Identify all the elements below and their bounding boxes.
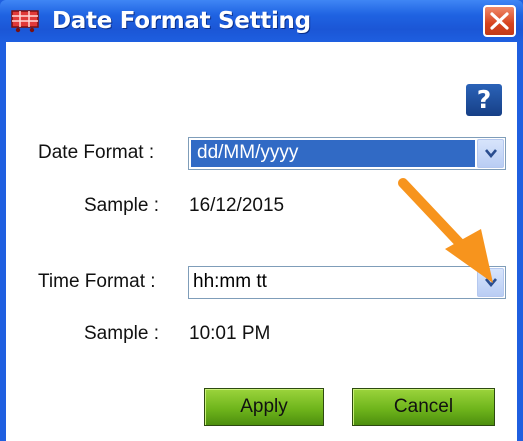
time-format-value: hh:mm tt [193,271,267,292]
date-sample-label: Sample : [84,195,159,216]
date-format-dialog: Date Format Setting ? Date Format : dd/M… [0,0,523,441]
shopping-cart-icon [11,10,39,33]
time-sample-value: 10:01 PM [189,323,271,344]
help-icon: ? [476,85,492,114]
close-icon [490,12,509,30]
date-format-dropdown-button[interactable] [477,139,504,168]
help-button[interactable]: ? [466,84,502,116]
date-format-value: dd/MM/yyyy [197,142,299,163]
date-sample-value: 16/12/2015 [189,195,285,216]
close-button[interactable] [483,5,516,37]
date-format-dropdown[interactable]: dd/MM/yyyy [188,137,506,170]
window-title: Date Format Setting [52,8,311,34]
title-bar[interactable]: Date Format Setting [0,0,523,42]
chevron-down-icon [485,149,497,158]
arrow-annotation-icon [398,178,493,283]
apply-button[interactable]: Apply [204,388,324,426]
time-sample-label: Sample : [84,323,159,344]
cancel-button[interactable]: Cancel [352,388,495,426]
time-format-label: Time Format : [38,271,156,292]
date-format-label: Date Format : [38,142,155,163]
